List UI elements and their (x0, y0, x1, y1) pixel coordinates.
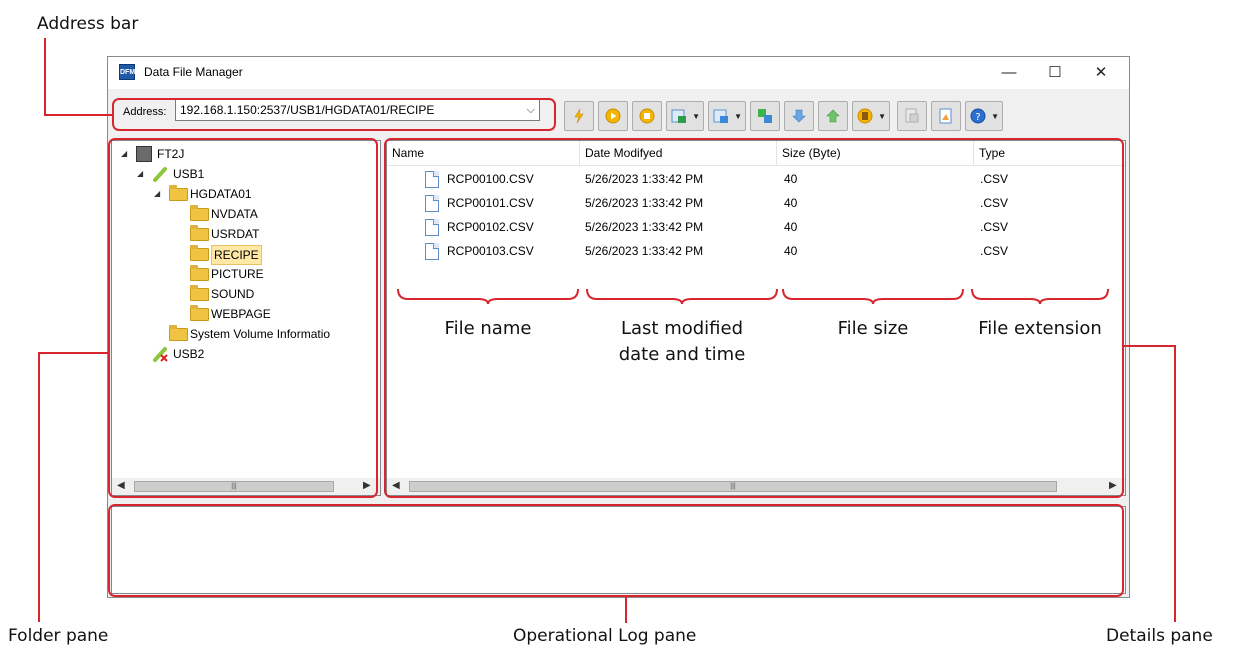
import-button[interactable] (784, 101, 814, 131)
stop-button[interactable] (632, 101, 662, 131)
callout-address-bar: Address bar (37, 14, 139, 34)
folder-leader-line (38, 352, 110, 354)
help-button[interactable]: ? ▼ (965, 101, 1003, 131)
folder-pane-highlight (108, 138, 378, 498)
svg-text:?: ? (975, 112, 980, 123)
details-leader-line (1174, 345, 1176, 622)
lightning-icon (574, 108, 584, 124)
connect-button[interactable] (564, 101, 594, 131)
upload-button[interactable]: ▼ (708, 101, 746, 131)
copy-icon (758, 109, 772, 123)
dropdown-arrow-icon: ▼ (878, 112, 886, 121)
network-button[interactable]: ▼ (852, 101, 890, 131)
properties-icon (939, 108, 952, 124)
annotation-file-extension: File extension (978, 318, 1102, 339)
disabled-copy-icon (905, 108, 919, 123)
stop-icon (639, 108, 655, 124)
log-leader-line (625, 596, 627, 623)
help-icon: ? (970, 108, 986, 124)
window-title: Data File Manager (144, 65, 243, 79)
copy-button[interactable] (750, 101, 780, 131)
folder-leader-line (38, 352, 40, 622)
disabled-copy-button[interactable] (897, 101, 927, 131)
play-icon (605, 108, 621, 124)
dropdown-arrow-icon: ▼ (692, 112, 700, 121)
close-button[interactable]: ✕ (1078, 57, 1124, 89)
address-leader-line (44, 38, 46, 116)
export-button[interactable] (818, 101, 848, 131)
annotation-file-size: File size (837, 318, 909, 339)
log-pane-highlight (108, 504, 1124, 597)
title-bar: DFM Data File Manager — ☐ ✕ (108, 57, 1129, 89)
callout-folder-pane: Folder pane (8, 626, 109, 646)
address-leader-line (44, 114, 114, 116)
minimize-button[interactable]: — (986, 57, 1032, 89)
dropdown-arrow-icon: ▼ (991, 112, 999, 121)
globe-icon (857, 108, 873, 124)
start-button[interactable] (598, 101, 628, 131)
callout-log-pane: Operational Log pane (513, 626, 697, 646)
download-icon (671, 109, 686, 123)
callout-details-pane: Details pane (1106, 626, 1213, 646)
export-icon (826, 109, 840, 123)
download-button[interactable]: ▼ (666, 101, 704, 131)
import-icon (792, 109, 806, 123)
dropdown-arrow-icon: ▼ (734, 112, 742, 121)
address-bar-highlight (112, 98, 556, 131)
app-icon: DFM (119, 64, 135, 80)
properties-button[interactable] (931, 101, 961, 131)
maximize-button[interactable]: ☐ (1032, 57, 1078, 89)
annotation-file-name: File name (444, 318, 532, 339)
upload-icon (713, 109, 728, 123)
annotation-last-modified: Last modified date and time (618, 318, 746, 365)
details-leader-line (1122, 345, 1176, 347)
